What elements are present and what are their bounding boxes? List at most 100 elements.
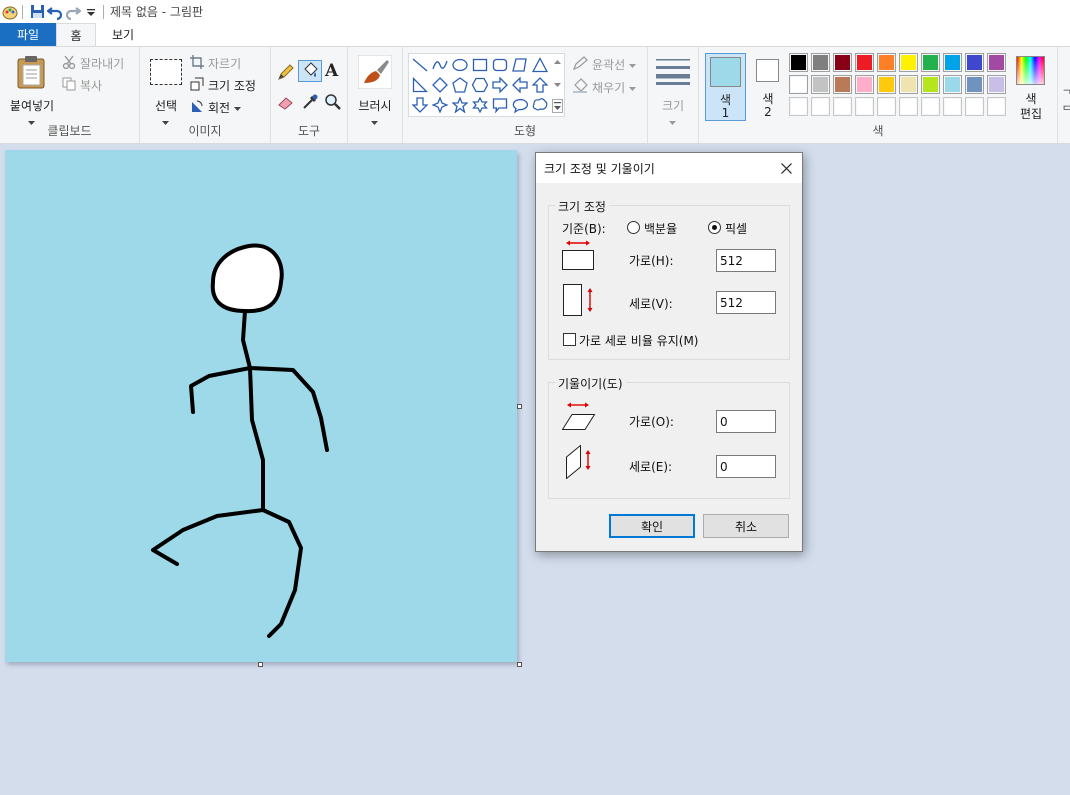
chevron-down-icon (371, 115, 378, 129)
up-arrow-shape-icon[interactable] (531, 76, 549, 94)
separator (103, 4, 104, 19)
eraser-icon[interactable] (277, 93, 295, 114)
triangle-shape-icon[interactable] (531, 56, 549, 74)
percent-radio[interactable] (627, 221, 640, 234)
rotate-button[interactable]: 회전 (190, 99, 242, 116)
color-picker-icon[interactable] (301, 93, 319, 114)
shapes-expand-icon[interactable] (552, 99, 563, 113)
four-point-star-shape-icon[interactable] (431, 96, 449, 114)
chevron-down-icon (629, 81, 637, 95)
redo-icon[interactable] (65, 4, 81, 20)
oval-callout-shape-icon[interactable] (511, 96, 529, 114)
down-arrow-shape-icon[interactable] (411, 96, 429, 114)
text-tool-icon[interactable]: A (325, 61, 338, 81)
canvas-resize-handle-bottom[interactable] (258, 662, 263, 667)
size-label: 크기 (661, 99, 685, 113)
save-icon[interactable] (29, 4, 45, 20)
pentagon-shape-icon[interactable] (451, 76, 469, 94)
right-triangle-shape-icon[interactable] (411, 76, 429, 94)
fill-bucket-icon[interactable] (298, 60, 322, 82)
window-title: 제목 없음 - 그림판 (110, 5, 204, 19)
close-icon[interactable] (774, 156, 798, 180)
left-arrow-shape-icon[interactable] (511, 76, 529, 94)
paste-button[interactable]: 붙여넣기 (6, 53, 58, 125)
keep-ratio-checkbox[interactable] (563, 333, 576, 346)
chevron-down-icon (234, 101, 242, 115)
selection-rectangle-icon (150, 59, 182, 85)
copy-icon (62, 77, 76, 94)
diamond-shape-icon[interactable] (431, 76, 449, 94)
line-shape-icon[interactable] (411, 56, 429, 74)
shapes-gallery (408, 53, 565, 117)
shapes-scroll-up-icon[interactable] (553, 56, 562, 70)
hexagon-shape-icon[interactable] (471, 76, 489, 94)
rotate-icon (190, 99, 204, 116)
canvas-resize-handle-right[interactable] (517, 404, 522, 409)
horizontal-skew-icon (561, 401, 596, 434)
drawing-canvas[interactable] (5, 150, 517, 662)
chevron-down-icon (669, 115, 676, 129)
basis-label: 기준(B): (562, 222, 606, 236)
tab-view[interactable]: 보기 (96, 23, 150, 46)
select-button[interactable]: 선택 (146, 53, 186, 125)
keep-ratio-label: 가로 세로 비율 유지(M) (579, 334, 699, 348)
horizontal-resize-icon (562, 239, 594, 274)
curve-shape-icon[interactable] (431, 56, 449, 74)
vertical-size-input[interactable] (716, 291, 776, 314)
stick-figure-drawing (151, 243, 329, 638)
fill-button[interactable]: 채우기 (572, 78, 637, 97)
outline-brush-icon (572, 55, 588, 74)
tab-file[interactable]: 파일 (0, 23, 56, 46)
skew-horizontal-input[interactable] (716, 410, 776, 433)
ribbon: 붙여넣기 잘라내기 복사 클립보드 선택 자르기 크기 조정 회전 이미지 A … (0, 46, 1070, 144)
paint-app-icon[interactable] (2, 4, 18, 20)
pixel-radio[interactable] (708, 221, 721, 234)
image-group: 선택 자르기 크기 조정 회전 이미지 (140, 47, 271, 143)
pencil-icon[interactable] (277, 63, 295, 84)
oval-shape-icon[interactable] (451, 56, 469, 74)
select-label: 선택 (154, 99, 178, 113)
horizontal-size-input[interactable] (716, 249, 776, 272)
ok-button[interactable]: 확인 (609, 514, 695, 538)
right-arrow-shape-icon[interactable] (491, 76, 509, 94)
shapes-group-label: 도형 (513, 124, 537, 138)
crop-icon (190, 55, 204, 72)
rectangular-callout-shape-icon[interactable] (491, 96, 509, 114)
size-button[interactable]: 크기 (650, 53, 696, 125)
five-point-star-shape-icon[interactable] (451, 96, 469, 114)
six-point-star-shape-icon[interactable] (471, 96, 489, 114)
percent-label: 백분율 (644, 222, 678, 236)
resize-button[interactable]: 크기 조정 (190, 77, 256, 94)
copy-button[interactable]: 복사 (62, 77, 102, 94)
skew-vertical-input[interactable] (716, 455, 776, 478)
tab-home[interactable]: 홈 (56, 23, 96, 46)
paste-label: 붙여넣기 (9, 99, 55, 113)
rounded-rectangle-shape-icon[interactable] (491, 56, 509, 74)
vertical-label: 세로(V): (629, 297, 673, 311)
cut-button[interactable]: 잘라내기 (62, 55, 124, 72)
copy-label: 복사 (80, 79, 103, 93)
horizontal-label: 가로(H): (629, 254, 674, 268)
tools-group-label: 도구 (297, 124, 321, 138)
outline-button[interactable]: 윤곽선 (572, 55, 637, 74)
rectangle-shape-icon[interactable] (471, 56, 489, 74)
ribbon-overflow-glyph[interactable]: ᄀᄃ (1062, 87, 1070, 119)
shapes-scroll-down-icon[interactable] (553, 78, 562, 92)
canvas-resize-handle-corner[interactable] (517, 662, 522, 667)
brushes-button[interactable]: 브러시 (352, 53, 398, 125)
customize-quick-access-icon[interactable] (83, 4, 99, 20)
colors-group-label: 색 (872, 124, 884, 138)
resize-label: 크기 조정 (208, 79, 256, 93)
undo-icon[interactable] (47, 4, 63, 20)
polygon-shape-icon[interactable] (511, 56, 529, 74)
magnifier-icon[interactable] (324, 93, 342, 114)
skew-vertical-label: 세로(E): (629, 460, 673, 474)
crop-button[interactable]: 자르기 (190, 55, 241, 72)
skew-horizontal-label: 가로(O): (629, 415, 674, 429)
cloud-callout-shape-icon[interactable] (531, 96, 549, 114)
crop-label: 자르기 (208, 57, 242, 71)
outline-label: 윤곽선 (592, 58, 626, 72)
cancel-button[interactable]: 취소 (703, 514, 789, 538)
cut-label: 잘라내기 (80, 57, 125, 71)
dialog-titlebar: 크기 조정 및 기울이기 (536, 153, 802, 183)
